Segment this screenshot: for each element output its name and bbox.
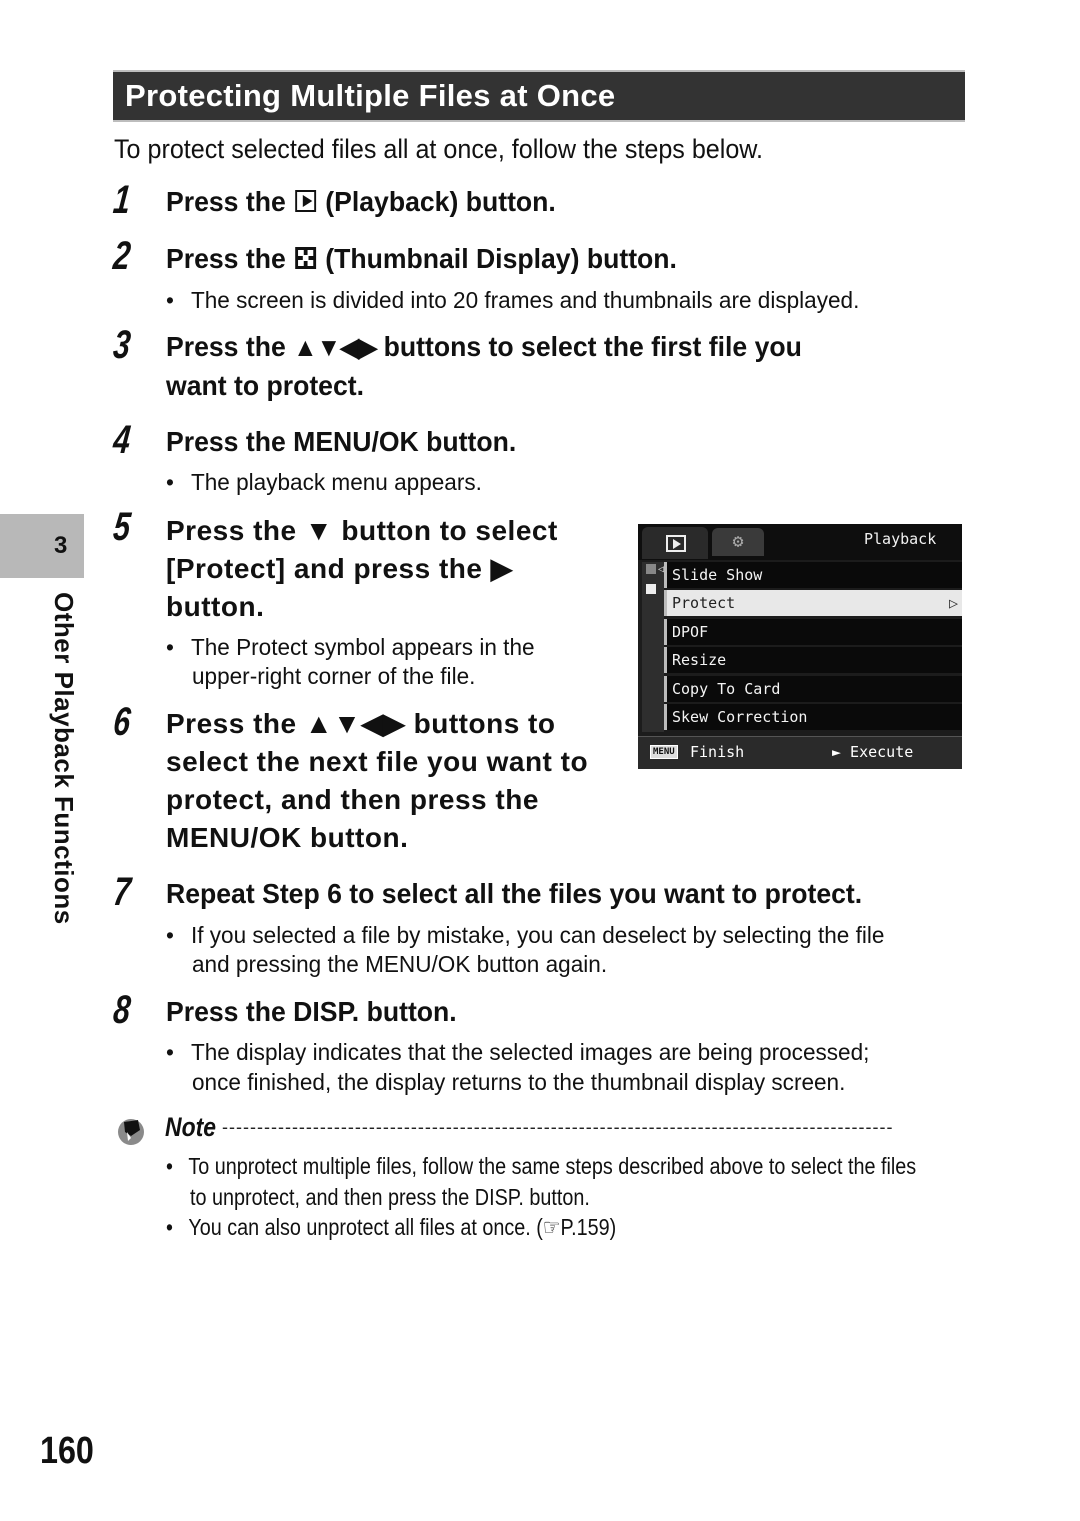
menu-item-slide-show[interactable]: Slide Show [664, 562, 962, 588]
note-label: Note [165, 1112, 216, 1142]
step-6-heading: Press the ▲▼◀▶ buttons to select the nex… [166, 708, 589, 853]
step-number-6: 6 [111, 700, 133, 744]
intro-text: To protect selected files all at once, f… [114, 134, 764, 164]
step-3-heading-line2: want to protect. [166, 370, 365, 401]
right-arrow-icon: ▶ [490, 553, 513, 584]
camera-playback-menu: ⚙ Playback ◁ Slide Show Protect ▷ DPOF R… [638, 524, 962, 769]
page-reference-icon: ☞ [542, 1214, 561, 1240]
note-bullet-2: • You can also unprotect all files at onc… [166, 1214, 617, 1240]
step-7-heading: Repeat Step 6 to select all the files yo… [166, 878, 863, 909]
menu-item-protect[interactable]: Protect ▷ [664, 590, 962, 617]
note-bullet-1: • To unprotect multiple files, follow the… [166, 1153, 917, 1179]
chapter-tab [0, 514, 84, 578]
step-4-bullet: • The playback menu appears. [166, 469, 482, 495]
step-1-post: (Playback) button. [325, 186, 556, 217]
step-2-heading: Press the (Thumbnail Display) button. [166, 243, 677, 275]
chapter-label: Other Playback Functions [49, 592, 79, 925]
wrench-icon: ⚙ [732, 531, 744, 552]
note-divider: ----------------------------------------… [222, 1117, 894, 1137]
step-number-7: 7 [111, 870, 133, 914]
step-2-pre: Press the [166, 243, 286, 274]
step-8-bullet-cont: once finished, the display returns to th… [192, 1069, 846, 1095]
menu-list: Slide Show Protect ▷ DPOF Resize Copy To… [664, 562, 962, 732]
step-number-8: 8 [111, 988, 133, 1032]
menu-item-dpof[interactable]: DPOF [664, 618, 962, 645]
step-7-bullet-cont: and pressing the MENU/OK button again. [192, 951, 608, 977]
step-4-heading: Press the MENU/OK button. [166, 426, 517, 457]
direction-arrows-icon: ▲▼◀▶ [293, 332, 377, 362]
thumbnail-display-icon [295, 246, 316, 269]
step-1-heading: Press the (Playback) button. [166, 186, 556, 218]
page-reference-link[interactable]: P.159) [561, 1214, 617, 1240]
setup-tab[interactable]: ⚙ [712, 528, 764, 556]
step-5-bullet-cont: upper-right corner of the file. [192, 663, 476, 689]
menu-item-resize[interactable]: Resize [664, 647, 962, 674]
page-1-indicator [646, 564, 656, 574]
section-title: Protecting Multiple Files at Once [125, 78, 616, 113]
finish-hint: Finish [690, 743, 745, 761]
step-number-4: 4 [111, 418, 133, 462]
step-2-bullet: • The screen is divided into 20 frames an… [166, 287, 860, 313]
playback-icon [295, 189, 316, 212]
menu-item-copy-to-card[interactable]: Copy To Card [664, 675, 962, 702]
menu-footer: MENU Finish ► Execute [638, 736, 962, 769]
step-number-3: 3 [111, 323, 133, 367]
step-8-heading: Press the DISP. button. [166, 996, 457, 1027]
execute-hint: ► Execute [832, 743, 914, 761]
step-number-2: 2 [111, 234, 133, 278]
menu-title: Playback [864, 530, 937, 548]
step-7-bullet: • If you selected a file by mistake, you … [166, 922, 885, 948]
direction-arrows-icon: ▲▼◀▶ [304, 708, 406, 739]
playback-tab[interactable] [642, 527, 708, 559]
menu-item-skew-correction[interactable]: Skew Correction [664, 703, 962, 730]
section-header-bar: Protecting Multiple Files at Once [113, 70, 965, 122]
menu-button-icon: MENU [650, 745, 678, 759]
step-5-bullet: • The Protect symbol appears in the [166, 634, 535, 660]
note-icon [118, 1119, 144, 1145]
step-number-5: 5 [111, 505, 133, 549]
chapter-number: 3 [54, 532, 68, 559]
step-2-post: (Thumbnail Display) button. [325, 243, 677, 274]
step-1-pre: Press the [166, 186, 286, 217]
playback-icon [666, 535, 686, 552]
step-5-heading: Press the ▼ button to select [Protect] a… [166, 515, 558, 622]
note-bullet-1-cont: to unprotect, and then press the DISP. b… [190, 1184, 590, 1210]
chevron-right-icon: ▷ [948, 594, 958, 613]
down-arrow-icon: ▼ [304, 515, 334, 546]
page-2-indicator [646, 584, 656, 594]
step-8-bullet: • The display indicates that the selected… [166, 1039, 870, 1065]
step-3-heading: Press the ▲▼◀▶ buttons to select the fir… [166, 331, 802, 362]
step-number-1: 1 [111, 178, 133, 222]
page-number: 160 [40, 1430, 94, 1472]
